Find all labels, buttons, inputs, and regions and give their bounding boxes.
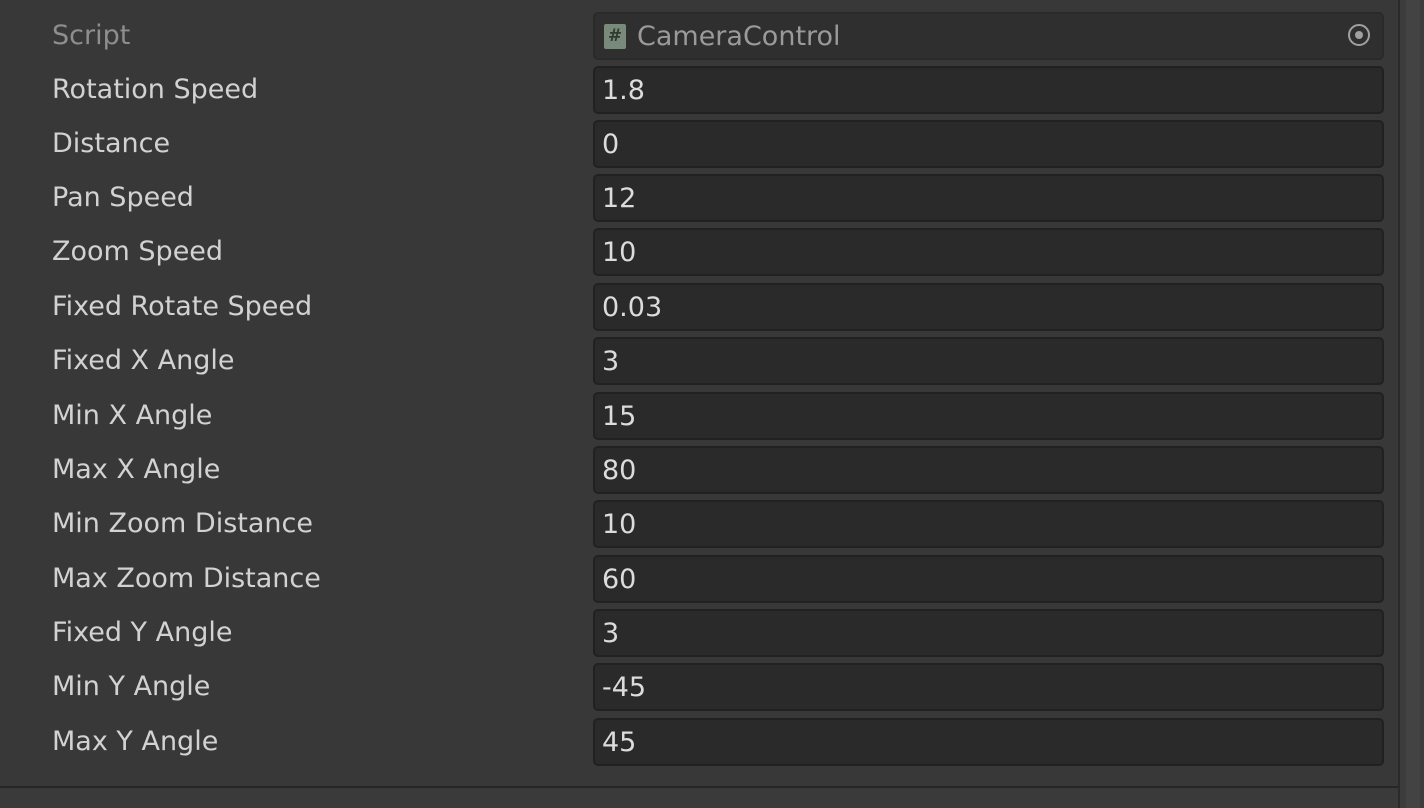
field-label: Fixed X Angle [52,345,235,376]
script-object-field[interactable]: # CameraControl [593,12,1384,60]
inspector-panel: Script # CameraControl Rotation Speed 1.… [0,0,1398,808]
min-zoom-distance-input[interactable]: 10 [593,500,1384,548]
next-component-area [0,788,1398,808]
field-row-max-x-angle: Max X Angle 80 [0,446,1398,500]
field-row-zoom-speed: Zoom Speed 10 [0,228,1398,282]
min-x-angle-input[interactable]: 15 [593,392,1384,440]
field-label: Zoom Speed [52,236,224,267]
field-label: Distance [52,128,171,159]
field-row-distance: Distance 0 [0,120,1398,174]
field-row-max-y-angle: Max Y Angle 45 [0,718,1398,772]
zoom-speed-input[interactable]: 10 [593,228,1384,276]
field-row-fixed-y-angle: Fixed Y Angle 3 [0,609,1398,663]
object-picker-icon[interactable] [1348,24,1370,46]
field-row-fixed-rotate-speed: Fixed Rotate Speed 0.03 [0,283,1398,337]
field-row-max-zoom-distance: Max Zoom Distance 60 [0,555,1398,609]
field-label: Max Y Angle [52,726,219,757]
field-row-pan-speed: Pan Speed 12 [0,174,1398,228]
field-label: Min Y Angle [52,671,211,702]
vertical-scrollbar[interactable] [1398,0,1424,808]
scrollbar-thumb[interactable] [1406,0,1420,808]
field-label: Max X Angle [52,454,221,485]
field-label: Min X Angle [52,400,213,431]
pan-speed-input[interactable]: 12 [593,174,1384,222]
field-row-fixed-x-angle: Fixed X Angle 3 [0,337,1398,391]
distance-input[interactable]: 0 [593,120,1384,168]
field-label: Fixed Y Angle [52,617,233,648]
field-label: Max Zoom Distance [52,563,321,594]
script-label: Script [52,20,131,51]
script-row: Script # CameraControl [0,12,1398,66]
max-zoom-distance-input[interactable]: 60 [593,555,1384,603]
script-value: CameraControl [637,21,841,52]
fixed-x-angle-input[interactable]: 3 [593,337,1384,385]
fixed-rotate-speed-input[interactable]: 0.03 [593,283,1384,331]
min-y-angle-input[interactable]: -45 [593,663,1384,711]
field-row-rotation-speed: Rotation Speed 1.8 [0,66,1398,120]
field-row-min-zoom-distance: Min Zoom Distance 10 [0,500,1398,554]
field-label: Pan Speed [52,182,194,213]
field-label: Fixed Rotate Speed [52,291,313,322]
csharp-script-icon: # [604,24,626,49]
field-label: Rotation Speed [52,74,259,105]
fixed-y-angle-input[interactable]: 3 [593,609,1384,657]
max-y-angle-input[interactable]: 45 [593,718,1384,766]
rotation-speed-input[interactable]: 1.8 [593,66,1384,114]
field-row-min-x-angle: Min X Angle 15 [0,392,1398,446]
field-row-min-y-angle: Min Y Angle -45 [0,663,1398,717]
field-label: Min Zoom Distance [52,508,313,539]
max-x-angle-input[interactable]: 80 [593,446,1384,494]
